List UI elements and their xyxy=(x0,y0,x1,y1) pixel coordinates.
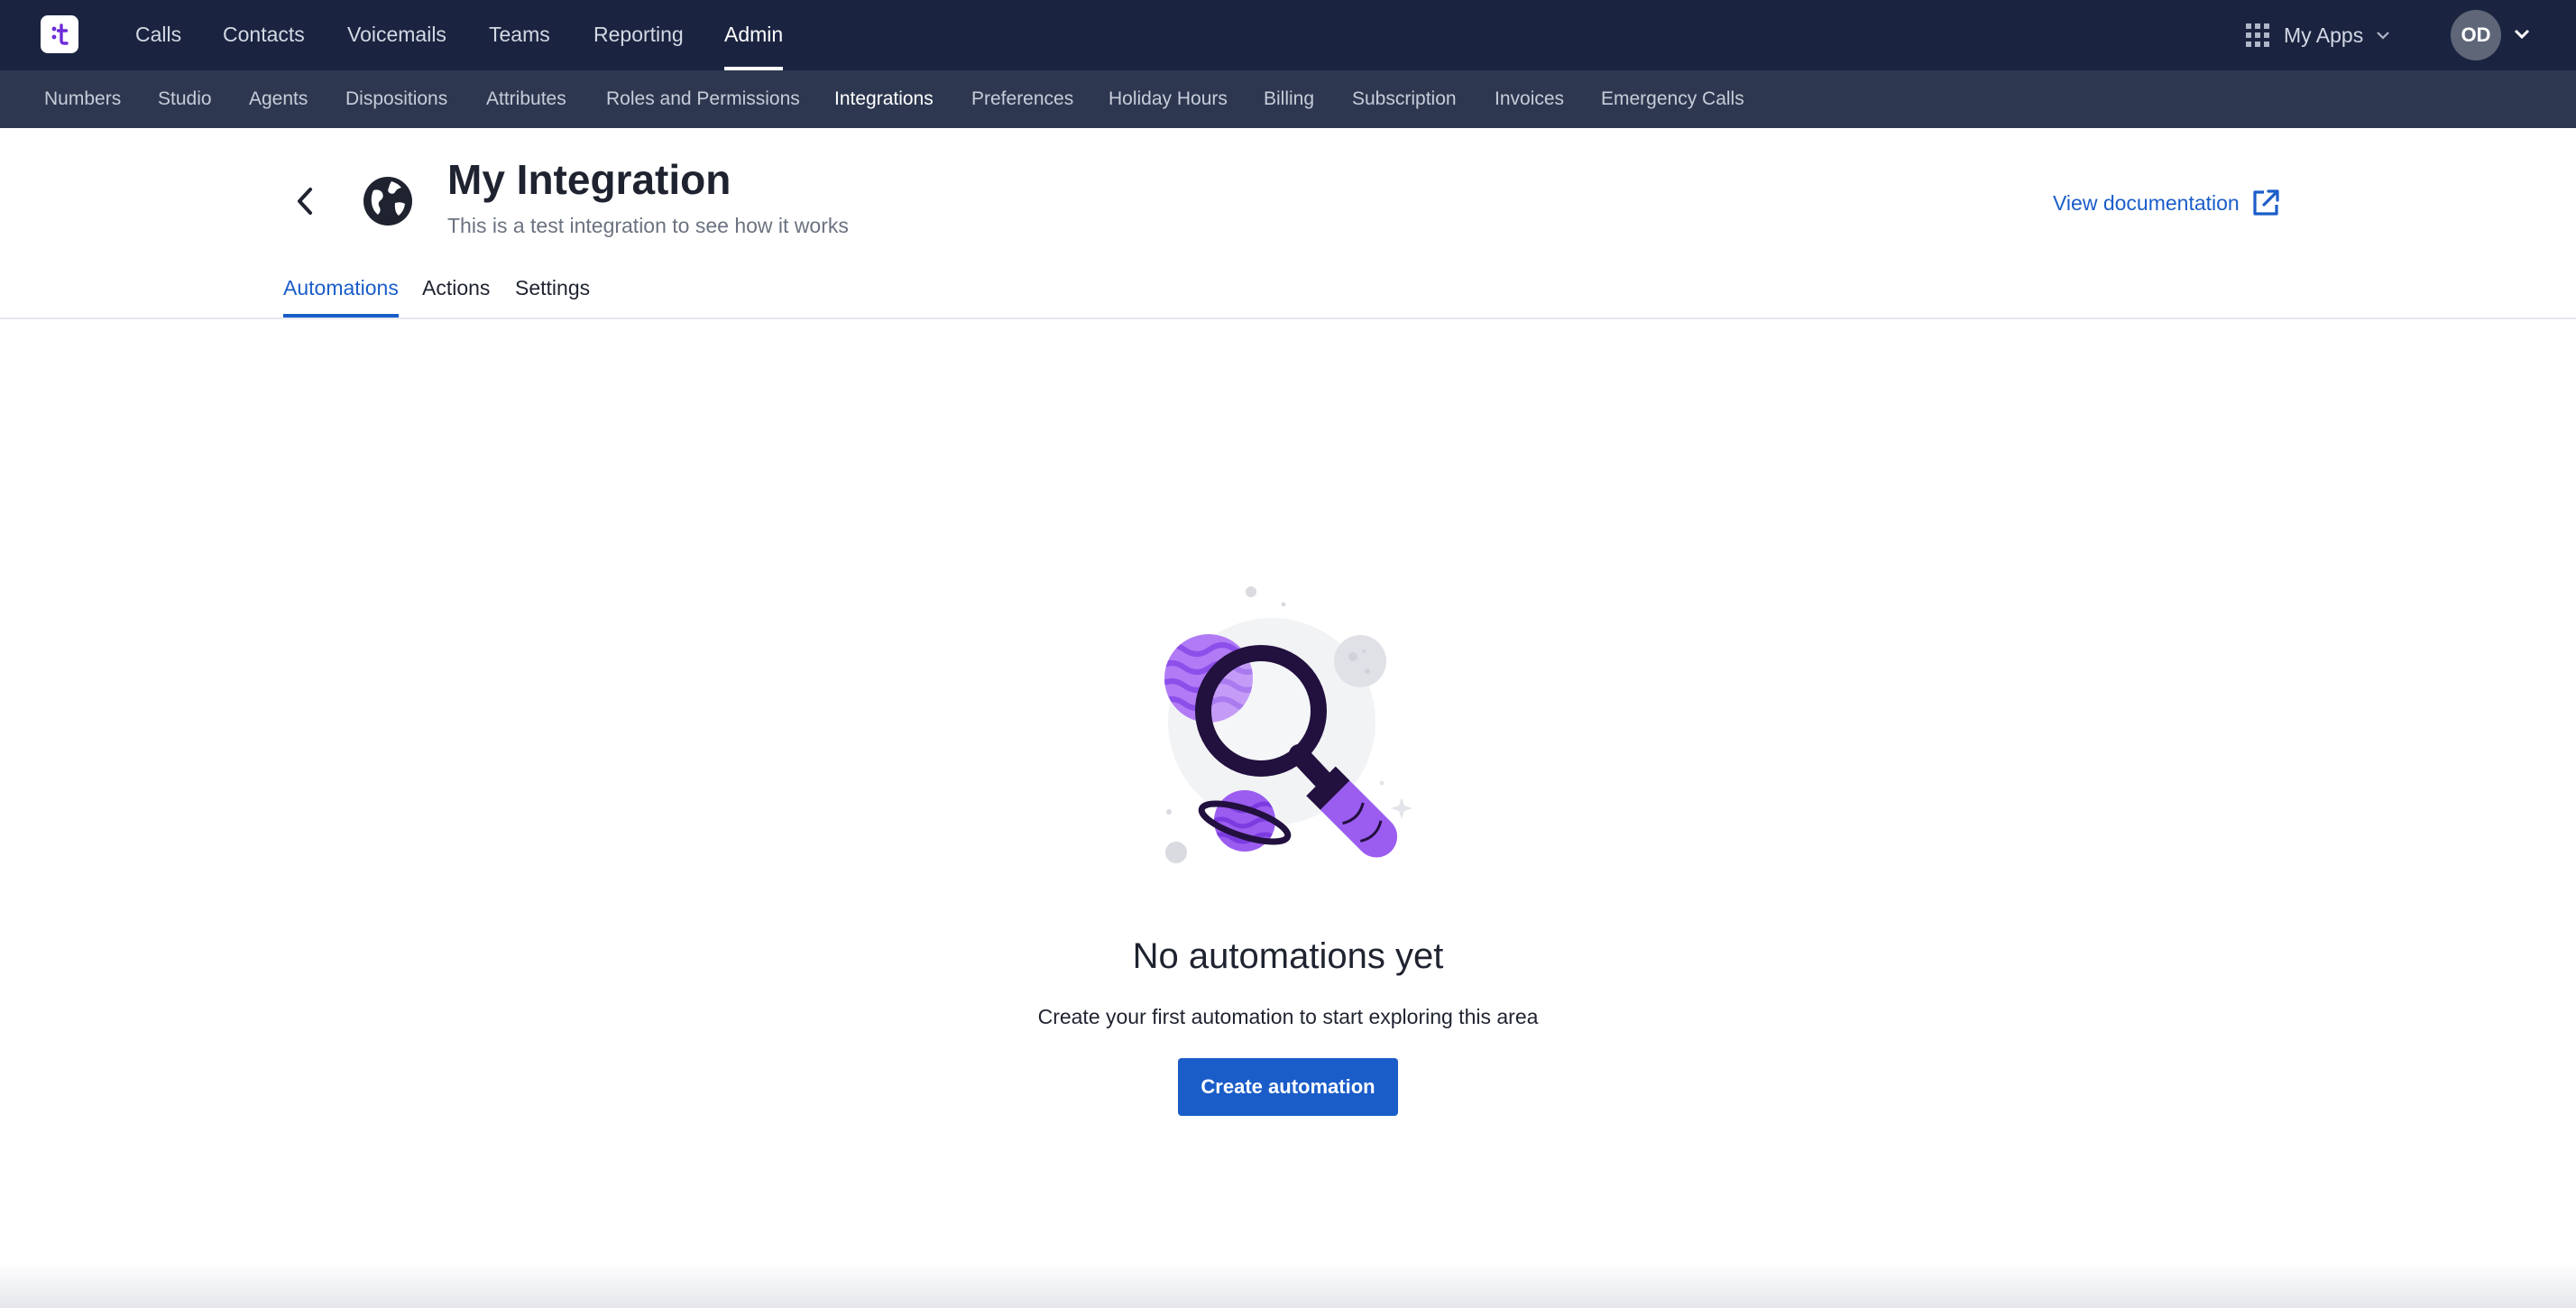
user-avatar[interactable]: OD xyxy=(2451,10,2501,60)
subnav-invoices[interactable]: Invoices xyxy=(1495,70,1564,128)
nav-teams[interactable]: Teams xyxy=(489,0,550,70)
subnav-subscription[interactable]: Subscription xyxy=(1352,70,1457,128)
subnav-numbers[interactable]: Numbers xyxy=(44,70,121,128)
page-subtitle: This is a test integration to see how it… xyxy=(447,214,849,237)
subnav-preferences[interactable]: Preferences xyxy=(971,70,1073,128)
bottom-scroll-shadow xyxy=(0,1263,2576,1308)
nav-voicemails[interactable]: Voicemails xyxy=(347,0,446,70)
top-navigation-bar: Calls Contacts Voicemails Teams Reportin… xyxy=(0,0,2576,70)
admin-sub-navigation: Numbers Studio Agents Dispositions Attri… xyxy=(0,70,2576,128)
tab-actions[interactable]: Actions xyxy=(422,271,490,318)
subnav-billing[interactable]: Billing xyxy=(1264,70,1314,128)
tabs-divider xyxy=(0,318,2576,319)
subnav-dispositions[interactable]: Dispositions xyxy=(345,70,447,128)
app-logo-icon[interactable] xyxy=(41,15,78,53)
subnav-holiday-hours[interactable]: Holiday Hours xyxy=(1109,70,1228,128)
view-documentation-link[interactable]: View documentation xyxy=(2053,188,2281,218)
user-menu-chevron-icon[interactable] xyxy=(2512,24,2532,44)
nav-contacts[interactable]: Contacts xyxy=(223,0,305,70)
tab-settings[interactable]: Settings xyxy=(515,271,590,318)
subnav-studio[interactable]: Studio xyxy=(158,70,212,128)
nav-reporting[interactable]: Reporting xyxy=(593,0,684,70)
subnav-integrations[interactable]: Integrations xyxy=(834,70,934,128)
chevron-down-icon xyxy=(2377,32,2389,40)
subnav-roles-permissions[interactable]: Roles and Permissions xyxy=(606,70,800,128)
subnav-agents[interactable]: Agents xyxy=(249,70,308,128)
my-apps-menu[interactable]: My Apps xyxy=(2246,0,2390,70)
view-documentation-label: View documentation xyxy=(2053,190,2240,215)
globe-icon xyxy=(363,177,412,226)
external-link-icon xyxy=(2253,189,2279,216)
my-apps-label: My Apps xyxy=(2284,23,2364,47)
create-automation-button[interactable]: Create automation xyxy=(1178,1058,1398,1116)
back-arrow-icon[interactable] xyxy=(290,184,321,218)
subnav-emergency-calls[interactable]: Emergency Calls xyxy=(1601,70,1744,128)
nav-calls[interactable]: Calls xyxy=(135,0,181,70)
apps-grid-icon xyxy=(2246,23,2269,47)
subnav-attributes[interactable]: Attributes xyxy=(486,70,566,128)
empty-state-title: No automations yet xyxy=(1132,936,1444,976)
nav-admin[interactable]: Admin xyxy=(724,0,784,70)
magnifier-planets-illustration xyxy=(1164,586,1412,863)
empty-state-description: Create your first automation to start ex… xyxy=(1037,1005,1539,1028)
tab-automations[interactable]: Automations xyxy=(283,271,399,318)
page-title: My Integration xyxy=(447,156,731,203)
